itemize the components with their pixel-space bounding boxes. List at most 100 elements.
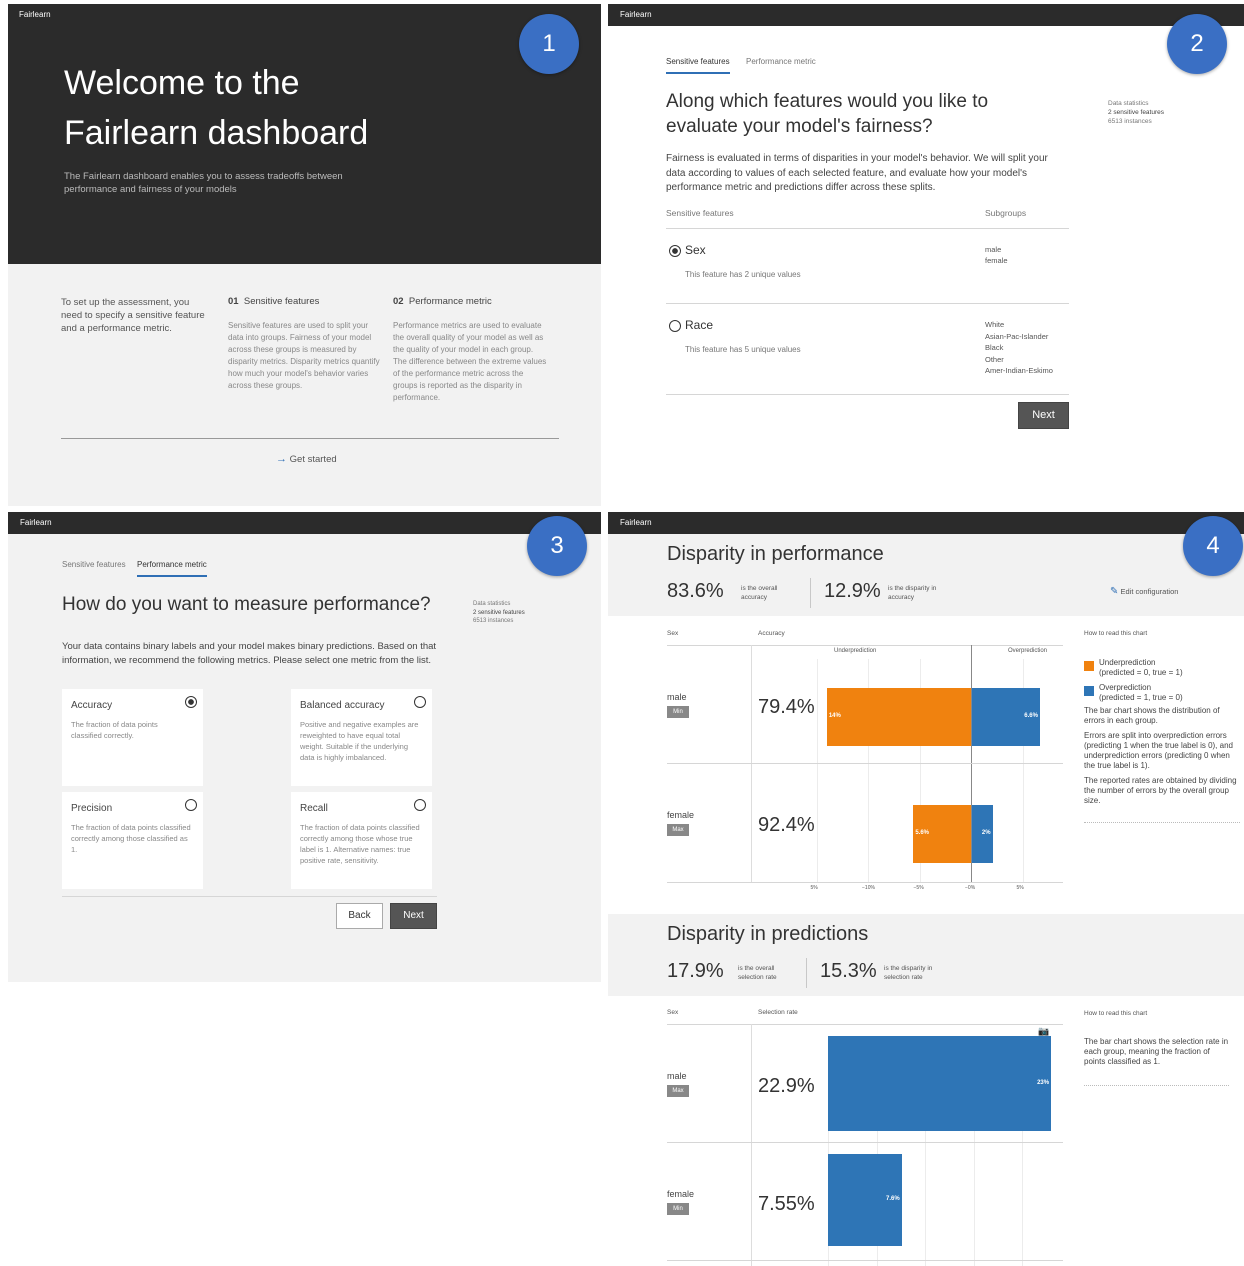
step-badge-2: 2 [1167, 14, 1227, 74]
row-divider [667, 763, 1063, 764]
axis-tick-label: −5% [913, 885, 924, 891]
underprediction-bar: 5.6% [913, 805, 971, 863]
subgroup-item: Amer-Indian-Eskimo [985, 366, 1053, 375]
underprediction-bar: 14% [826, 688, 971, 746]
app-name: Fairlearn [620, 10, 652, 19]
welcome-hero: Fairlearn Welcome to the Fairlearn dashb… [8, 4, 601, 264]
tab-performance-metric[interactable]: Performance metric [746, 57, 816, 66]
data-statistics: Data statistics 2 sensitive features 651… [473, 600, 525, 626]
stats-instances: 6513 instances [1108, 118, 1152, 125]
legend-under-sub: (predicted = 0, true = 1) [1099, 668, 1183, 677]
edit-configuration-button[interactable]: ✎ Edit configuration [1110, 586, 1178, 597]
feature-note: This feature has 5 unique values [685, 345, 801, 354]
selection-rate-disparity-value: 15.3% [820, 960, 877, 982]
performance-summary: Disparity in performance 83.6% is the ov… [608, 534, 1244, 616]
divider [61, 438, 559, 439]
legend-over-sub: (predicted = 1, true = 0) [1099, 693, 1183, 702]
tab-performance-metric[interactable]: Performance metric [137, 560, 207, 577]
back-button[interactable]: Back [336, 903, 383, 929]
get-started-button[interactable]: → Get started [276, 453, 337, 465]
radio-unselected-icon[interactable] [414, 799, 426, 811]
bar-value-label: 6.6% [1024, 713, 1038, 719]
step2-title: 02 Performance metric [393, 296, 492, 307]
stats-title: Data statistics [1108, 100, 1149, 107]
max-badge: Max [667, 824, 689, 836]
subgroup-item: Black [985, 343, 1004, 352]
bar-value-label: 2% [981, 830, 991, 836]
subgroup-item: Other [985, 354, 1004, 364]
next-button[interactable]: Next [390, 903, 437, 929]
tab-sensitive-features[interactable]: Sensitive features [62, 560, 126, 569]
feature-option-sex[interactable]: Sex This feature has 2 unique values mal… [666, 242, 1069, 292]
metric-name: Accuracy [71, 700, 113, 711]
top-bar: Fairlearn [608, 512, 1244, 534]
metric-name: Precision [71, 803, 113, 814]
app-name: Fairlearn [20, 518, 52, 527]
performance-title: Disparity in performance [667, 543, 884, 565]
get-started-label: Get started [289, 454, 337, 465]
panel-results: Fairlearn Disparity in performance 83.6%… [608, 512, 1244, 1266]
radio-unselected-icon[interactable] [669, 320, 681, 332]
col-sex: Sex [667, 630, 679, 637]
legend-underprediction: Underprediction (predicted = 0, true = 1… [1084, 658, 1240, 678]
bar-value-label: 7.6% [886, 1196, 900, 1202]
row-divider [667, 1260, 1063, 1261]
feature-note: This feature has 2 unique values [685, 270, 801, 279]
subgroup-list: male female [985, 244, 1008, 266]
welcome-heading-line2: Fairlearn dashboard [64, 114, 369, 152]
radio-unselected-icon[interactable] [414, 696, 426, 708]
step-badge-1: 1 [519, 14, 579, 74]
metric-card-precision[interactable]: Precision The fraction of data points cl… [62, 792, 203, 889]
selection-rate-disparity-label: is the disparity in selection rate [884, 965, 933, 981]
edit-configuration-label: Edit configuration [1120, 587, 1179, 596]
welcome-subtitle: The Fairlearn dashboard enables you to a… [64, 171, 343, 195]
group-selection-rate-value: 22.9% [758, 1075, 815, 1097]
radio-selected-icon[interactable] [185, 696, 197, 708]
legend-title: How to read this chart [1084, 1010, 1148, 1017]
stats-instances: 6513 instances [473, 618, 514, 624]
panel-performance-metric: Fairlearn Sensitive features Performance… [8, 512, 601, 982]
bar-value-label: 5.6% [915, 830, 929, 836]
metric-text: The fraction of data points classified c… [300, 823, 420, 865]
subgroup-list: White Asian-Pac-Islander Black Other Ame… [985, 319, 1053, 377]
features-description: Fairness is evaluated in terms of dispar… [666, 153, 1048, 193]
metric-card-recall[interactable]: Recall The fraction of data points class… [291, 792, 432, 889]
legend-paragraph: Errors are split into overprediction err… [1084, 731, 1233, 770]
radio-selected-icon[interactable] [669, 245, 681, 257]
col-header-features: Sensitive features [666, 208, 734, 218]
group-selection-rate-value: 7.55% [758, 1193, 815, 1215]
selection-rate-chart: 23% 7.6% [828, 1024, 1063, 1266]
step1-title: 01 Sensitive features [228, 296, 319, 307]
metric-description: Your data contains binary labels and you… [62, 641, 437, 666]
subgroup-item: male [985, 245, 1002, 254]
stats-title: Data statistics [473, 601, 511, 607]
overall-accuracy-value: 83.6% [667, 580, 724, 602]
overall-selection-rate-label: is the overall selection rate [738, 965, 777, 981]
row-divider [667, 1142, 1063, 1143]
radio-unselected-icon[interactable] [185, 799, 197, 811]
header-divider [666, 228, 1069, 229]
feature-name: Sex [685, 243, 706, 257]
orange-swatch [1084, 661, 1094, 671]
panel-welcome: Fairlearn Welcome to the Fairlearn dashb… [8, 4, 601, 506]
tab-sensitive-features[interactable]: Sensitive features [666, 57, 730, 74]
group-accuracy-value: 92.4% [758, 814, 815, 836]
feature-name: Race [685, 318, 714, 332]
pencil-icon: ✎ [1110, 586, 1119, 597]
overall-selection-rate-value: 17.9% [667, 960, 724, 982]
feature-option-race[interactable]: Race This feature has 5 unique values Wh… [666, 317, 1069, 387]
chart-legend: Underprediction (predicted = 0, true = 1… [1084, 658, 1240, 823]
column-separator [751, 1024, 752, 1266]
data-statistics: Data statistics 2 sensitive features 651… [1108, 99, 1164, 126]
metric-card-balanced-accuracy[interactable]: Balanced accuracy Positive and negative … [291, 689, 432, 786]
col-selection-rate: Selection rate [758, 1009, 798, 1016]
next-button[interactable]: Next [1018, 402, 1069, 429]
welcome-heading-line1: Welcome to the [64, 64, 300, 102]
error-distribution-chart: Underprediction Overprediction 5% −10% −5%… [811, 645, 1063, 895]
metric-card-accuracy[interactable]: Accuracy The fraction of data points cla… [62, 689, 203, 786]
setup-intro: To set up the assessment, you need to sp… [61, 297, 205, 334]
col-header-subgroups: Subgroups [985, 208, 1027, 218]
app-name: Fairlearn [620, 518, 652, 527]
stats-features: 2 sensitive features [473, 609, 525, 616]
stats-features: 2 sensitive features [1108, 109, 1165, 116]
